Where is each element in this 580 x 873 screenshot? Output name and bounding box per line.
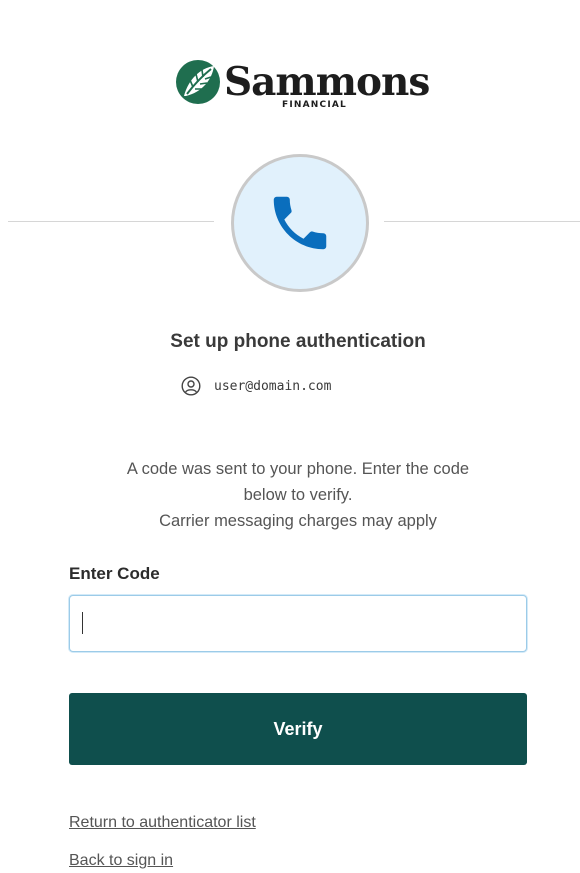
divider-left xyxy=(8,221,214,222)
sammons-financial-logo: Sammons FINANCIAL xyxy=(0,58,580,118)
user-identifier: user@domain.com xyxy=(181,376,331,396)
phone-icon-badge xyxy=(231,154,369,292)
code-input[interactable] xyxy=(69,595,527,652)
code-label: Enter Code xyxy=(69,564,160,583)
text-caret xyxy=(82,612,83,634)
phone-auth-page: Sammons FINANCIAL Set up phone authentic… xyxy=(0,0,580,873)
verify-button[interactable]: Verify xyxy=(69,693,527,765)
logo-subtitle: FINANCIAL xyxy=(282,100,347,110)
back-to-sign-in-link[interactable]: Back to sign in xyxy=(69,852,173,870)
logo-name: Sammons xyxy=(224,58,430,105)
logo-row: Sammons xyxy=(174,58,430,106)
user-email: user@domain.com xyxy=(214,378,332,394)
message-line-2: below to verify. xyxy=(243,486,353,504)
message-line-3: Carrier messaging charges may apply xyxy=(159,512,437,530)
leaf-icon xyxy=(176,60,220,104)
instruction-message: A code was sent to your phone. Enter the… xyxy=(50,456,546,534)
divider-right xyxy=(384,221,580,222)
message-line-1: A code was sent to your phone. Enter the… xyxy=(126,460,470,478)
user-icon xyxy=(181,376,201,396)
return-to-authenticator-list-link[interactable]: Return to authenticator list xyxy=(69,814,256,832)
phone-icon xyxy=(273,196,327,250)
page-title: Set up phone authentication xyxy=(170,331,426,352)
